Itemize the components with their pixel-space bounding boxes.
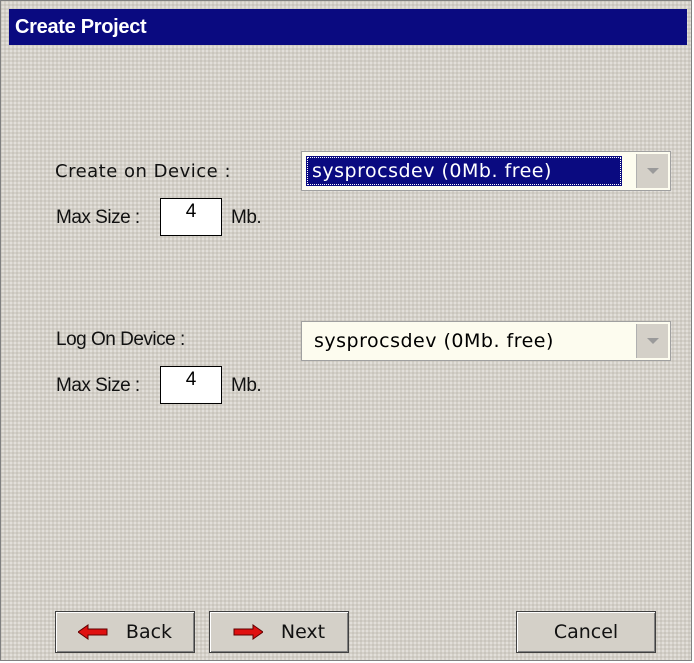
log-on-device-label: Log On Device : <box>56 329 185 350</box>
log-on-device-selected-value: sysprocsdev (0Mb. free) <box>314 330 554 352</box>
create-project-dialog: Create Project Create on Device : syspro… <box>0 0 692 661</box>
chevron-down-icon <box>647 168 659 174</box>
arrow-right-icon <box>233 624 263 640</box>
next-button-label: Next <box>280 621 326 643</box>
back-button-label: Back <box>125 621 173 643</box>
cancel-button[interactable]: Cancel <box>516 611 656 653</box>
create-on-device-label: Create on Device : <box>55 161 232 182</box>
log-max-size-input[interactable]: 4 <box>160 366 222 404</box>
back-button[interactable]: Back <box>55 611 195 653</box>
chevron-down-icon <box>647 338 659 344</box>
create-on-device-selected-value: sysprocsdev (0Mb. free) <box>306 156 622 186</box>
dialog-title: Create Project <box>9 9 687 45</box>
create-on-device-select[interactable]: sysprocsdev (0Mb. free) <box>301 151 671 191</box>
data-max-size-label: Max Size : <box>56 207 140 228</box>
create-on-device-dropdown-button[interactable] <box>636 154 668 188</box>
arrow-left-icon <box>77 624 108 640</box>
next-button[interactable]: Next <box>209 611 349 653</box>
cancel-button-label: Cancel <box>553 621 619 643</box>
log-on-device-select[interactable]: sysprocsdev (0Mb. free) <box>301 321 671 361</box>
data-max-size-unit: Mb. <box>231 207 262 228</box>
log-max-size-unit: Mb. <box>231 375 262 396</box>
data-max-size-input[interactable]: 4 <box>160 198 222 236</box>
log-on-device-dropdown-button[interactable] <box>636 324 668 358</box>
log-max-size-label: Max Size : <box>56 375 140 396</box>
